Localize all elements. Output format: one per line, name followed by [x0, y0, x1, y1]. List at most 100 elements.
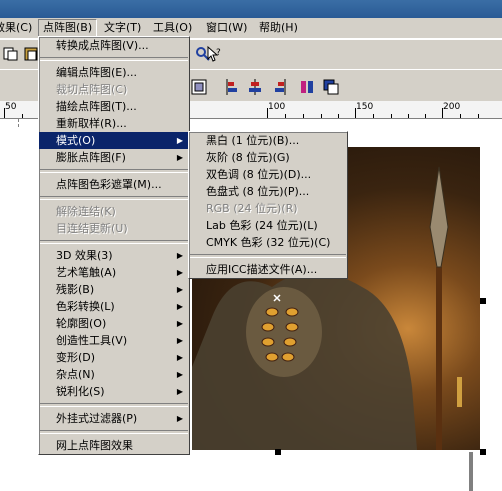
menu-separator: [40, 57, 188, 61]
bitmap-menu-item[interactable]: 艺术笔触(A) ▶: [39, 264, 189, 281]
bitmap-menu-item[interactable]: 创造性工具(V) ▶: [39, 332, 189, 349]
menu-separator: [190, 254, 346, 258]
bitmap-menu-item-label: 创造性工具(V): [56, 334, 128, 347]
mode-menu-item[interactable]: 灰阶 (8 位元)(G): [189, 149, 347, 166]
mode-menu-item-label: 应用ICC描述文件(A)...: [206, 263, 318, 276]
help-pointer-icon[interactable]: ?: [205, 45, 223, 63]
menu-tools[interactable]: 工具(O): [149, 20, 196, 36]
mode-menu-item-label: 双色调 (8 位元)(D)...: [206, 168, 312, 181]
bitmap-menu-item-label: 模式(O): [56, 134, 96, 147]
submenu-arrow-icon: ▶: [176, 251, 183, 260]
mode-menu-item[interactable]: Lab 色彩 (24 位元)(L): [189, 217, 347, 234]
menu-effects[interactable]: 效果(C): [0, 20, 36, 36]
mode-menu-item[interactable]: 双色调 (8 位元)(D)...: [189, 166, 347, 183]
bitmap-menu-item-label: 杂点(N): [56, 368, 95, 381]
bitmap-menu-item[interactable]: 膨胀点阵图(F) ▶: [39, 149, 189, 166]
bitmap-menu-item[interactable]: 重新取样(R)...: [39, 115, 189, 132]
mode-menu-item[interactable]: 应用ICC描述文件(A)...: [189, 261, 347, 278]
bitmap-menu-item-label: 编辑点阵图(E)...: [56, 66, 138, 79]
menu-window[interactable]: 窗口(W): [202, 20, 251, 36]
ruler-label: 200: [443, 102, 461, 112]
bitmap-menu-item[interactable]: 轮廓图(O) ▶: [39, 315, 189, 332]
mode-menu-item: RGB (24 位元)(R): [189, 200, 347, 217]
bitmap-menu-item[interactable]: 模式(O) ▶: [39, 132, 189, 149]
mode-menu-item-label: 色盘式 (8 位元)(P)...: [206, 185, 310, 198]
page-guide: [18, 119, 20, 127]
menu-help[interactable]: 帮助(H): [255, 20, 302, 36]
bitmap-menu-item: 裁切点阵图(C): [39, 81, 189, 98]
svg-text:?: ?: [216, 48, 221, 58]
bitmap-menu-item-label: 点阵图色彩遮罩(M)...: [56, 178, 162, 191]
bitmap-menu-item[interactable]: 色彩转换(L) ▶: [39, 298, 189, 315]
bitmap-menu-item[interactable]: 编辑点阵图(E)...: [39, 64, 189, 81]
bitmap-menu-item[interactable]: 锐利化(S) ▶: [39, 383, 189, 400]
submenu-arrow-icon: ▶: [176, 353, 183, 362]
bitmap-menu-item-label: 色彩转换(L): [56, 300, 115, 313]
selection-handle[interactable]: [480, 298, 486, 304]
mode-menu-item-label: Lab 色彩 (24 位元)(L): [206, 219, 318, 232]
submenu-arrow-icon: ▶: [176, 153, 183, 162]
submenu-arrow-icon: ▶: [176, 302, 183, 311]
bitmap-menu: 转换成点阵图(V)... 编辑点阵图(E)... 裁切点阵图(C) 描绘点阵图(T).…: [38, 36, 190, 455]
align-center-icon[interactable]: [246, 78, 264, 96]
submenu-arrow-icon: ▶: [176, 285, 183, 294]
bitmap-menu-item-label: 艺术笔触(A): [56, 266, 117, 279]
scrollbar-stub: [469, 452, 473, 491]
mode-menu-item[interactable]: 色盘式 (8 位元)(P)...: [189, 183, 347, 200]
menu-bitmap[interactable]: 点阵图(B): [38, 19, 98, 37]
bitmap-menu-item[interactable]: 残影(B) ▶: [39, 281, 189, 298]
bitmap-menu-item[interactable]: 杂点(N) ▶: [39, 366, 189, 383]
arrange-icon[interactable]: [322, 78, 340, 96]
submenu-arrow-icon: ▶: [176, 268, 183, 277]
title-bar: [0, 0, 502, 18]
submenu-arrow-icon: ▶: [176, 370, 183, 379]
copy-icon[interactable]: [2, 45, 20, 63]
bitmap-menu-item: 目连结更新(U): [39, 220, 189, 237]
bitmap-menu-item-label: 膨胀点阵图(F): [56, 151, 126, 164]
bitmap-menu-item-label: 轮廓图(O): [56, 317, 107, 330]
bitmap-menu-item-label: 转换成点阵图(V)...: [56, 39, 149, 52]
bitmap-menu-item[interactable]: 外挂式过滤器(P) ▶: [39, 410, 189, 427]
submenu-arrow-icon: ▶: [176, 414, 183, 423]
selection-handle[interactable]: [480, 449, 486, 455]
bitmap-menu-item[interactable]: 描绘点阵图(T)...: [39, 98, 189, 115]
bitmap-menu-item-label: 锐利化(S): [56, 385, 105, 398]
frame-icon[interactable]: [190, 78, 208, 96]
bitmap-menu-item-label: 变形(D): [56, 351, 96, 364]
mode-menu-item-label: 灰阶 (8 位元)(G): [206, 151, 290, 164]
submenu-arrow-icon: ▶: [176, 136, 183, 145]
distribute-icon[interactable]: [298, 78, 316, 96]
menu-separator: [40, 196, 188, 200]
menu-separator: [40, 169, 188, 173]
ruler-label: 100: [268, 102, 286, 112]
bitmap-menu-item-label: 描绘点阵图(T)...: [56, 100, 137, 113]
bitmap-menu-item-label: 目连结更新(U): [56, 222, 128, 235]
mode-menu-item[interactable]: 黑白 (1 位元)(B)...: [189, 132, 347, 149]
bitmap-menu-item[interactable]: 网上点阵图效果: [39, 437, 189, 454]
menu-separator: [40, 403, 188, 407]
align-left-icon[interactable]: [224, 78, 242, 96]
bitmap-menu-item-label: 解除连结(K): [56, 205, 116, 218]
mode-menu-item[interactable]: CMYK 色彩 (32 位元)(C): [189, 234, 347, 251]
bitmap-menu-item[interactable]: 3D 效果(3) ▶: [39, 247, 189, 264]
align-right-icon[interactable]: [270, 78, 288, 96]
submenu-arrow-icon: ▶: [176, 319, 183, 328]
bitmap-menu-item-label: 外挂式过滤器(P): [56, 412, 138, 425]
ruler-label: 150: [356, 102, 374, 112]
bitmap-menu-item[interactable]: 转换成点阵图(V)...: [39, 37, 189, 54]
bitmap-menu-item[interactable]: 点阵图色彩遮罩(M)...: [39, 176, 189, 193]
bitmap-menu-item-label: 3D 效果(3): [56, 249, 113, 262]
submenu-arrow-icon: ▶: [176, 387, 183, 396]
bitmap-menu-item-label: 重新取样(R)...: [56, 117, 127, 130]
bitmap-menu-item[interactable]: 变形(D) ▶: [39, 349, 189, 366]
menu-text[interactable]: 文字(T): [100, 20, 145, 36]
mode-submenu: 黑白 (1 位元)(B)... 灰阶 (8 位元)(G) 双色调 (8 位元)(D)…: [188, 131, 348, 279]
mode-menu-item-label: RGB (24 位元)(R): [206, 202, 298, 215]
selection-handle[interactable]: [275, 449, 281, 455]
bitmap-menu-item-label: 网上点阵图效果: [56, 439, 133, 452]
mode-menu-item-label: CMYK 色彩 (32 位元)(C): [206, 236, 331, 249]
ruler-label: 50: [5, 102, 17, 112]
bitmap-menu-item-label: 裁切点阵图(C): [56, 83, 128, 96]
mode-menu-item-label: 黑白 (1 位元)(B)...: [206, 134, 300, 147]
menu-separator: [40, 430, 188, 434]
